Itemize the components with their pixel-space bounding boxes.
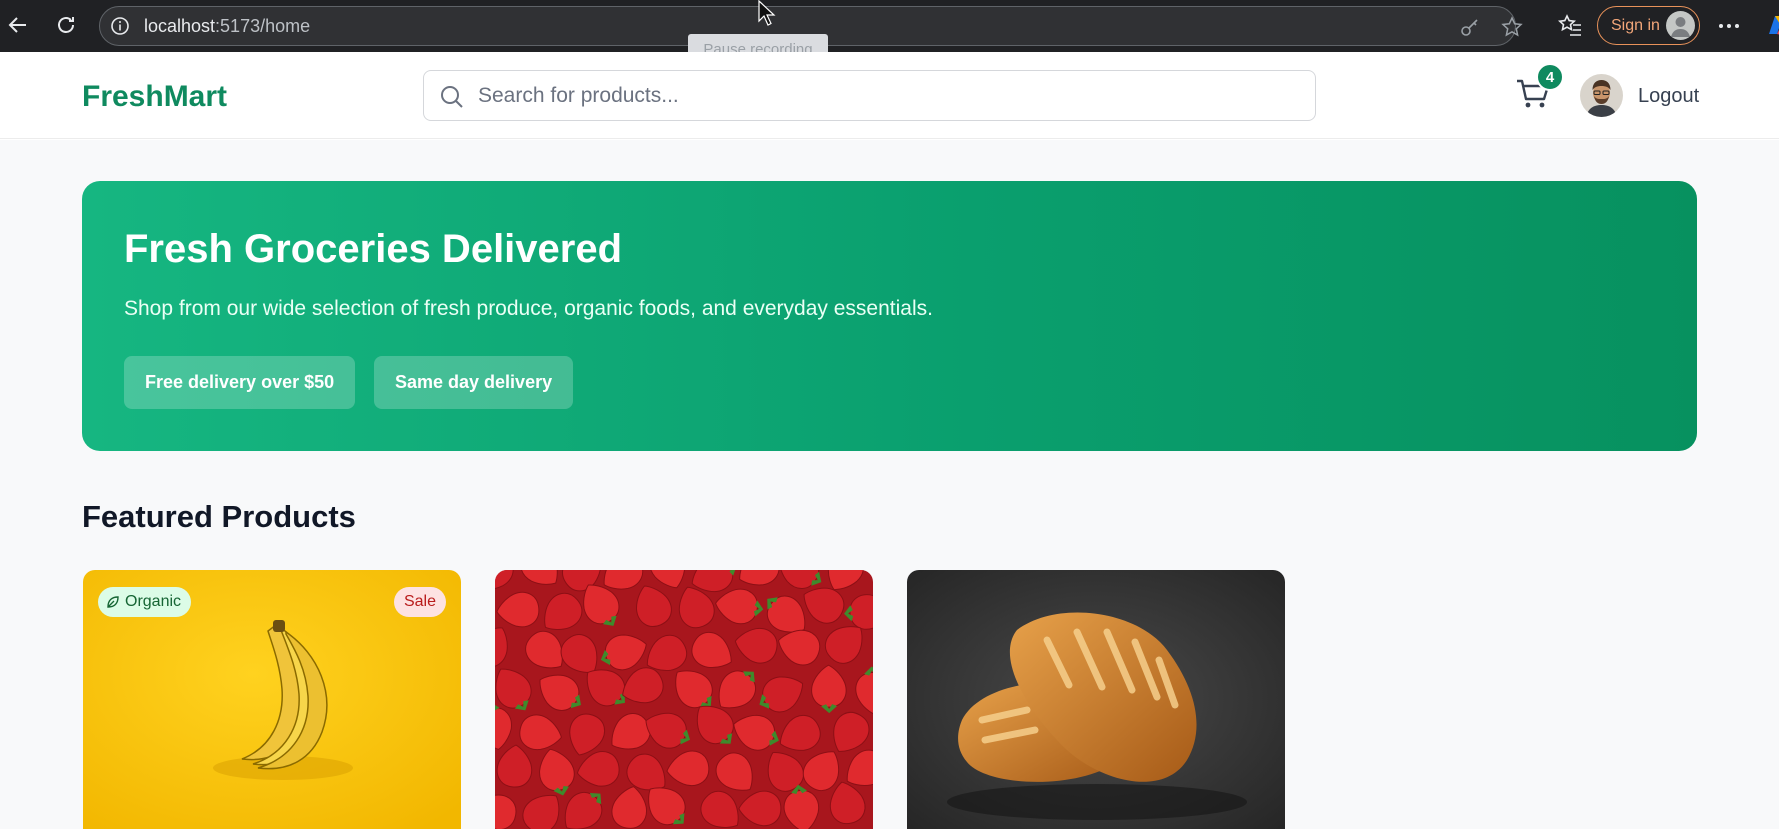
refresh-icon[interactable]	[50, 9, 82, 41]
product-card-strawberries[interactable]	[495, 570, 873, 829]
more-options-icon[interactable]	[1716, 13, 1742, 39]
leaf-icon	[107, 596, 119, 608]
app-header: FreshMart 4 Logout	[0, 52, 1779, 139]
back-icon[interactable]	[2, 9, 34, 41]
hero-title: Fresh Groceries Delivered	[124, 227, 623, 271]
same-day-delivery-pill: Same day delivery	[374, 356, 574, 409]
free-delivery-pill: Free delivery over $50	[124, 356, 356, 409]
search-input[interactable]	[478, 72, 1298, 119]
bread-image	[907, 570, 1285, 829]
brand-logo[interactable]: FreshMart	[82, 80, 227, 114]
star-icon[interactable]	[1501, 16, 1523, 38]
organic-badge-label: Organic	[125, 593, 182, 610]
product-card-bread[interactable]	[907, 570, 1285, 829]
strawberries-image	[495, 570, 873, 829]
mouse-cursor-icon	[758, 0, 776, 26]
main-content: Fresh Groceries Delivered Shop from our …	[0, 140, 1779, 829]
key-icon[interactable]	[1459, 16, 1481, 38]
organic-badge: Organic	[98, 587, 192, 617]
featured-products-title: Featured Products	[82, 499, 356, 534]
user-avatar[interactable]	[1580, 74, 1623, 117]
cart-count-badge: 4	[1536, 63, 1564, 91]
product-card-bananas[interactable]: Organic Sale	[83, 570, 461, 829]
logout-link[interactable]: Logout	[1638, 85, 1699, 108]
sale-badge: Sale	[393, 587, 446, 617]
search-box[interactable]	[423, 70, 1316, 121]
profile-icon	[1666, 11, 1695, 40]
favorites-icon[interactable]	[1557, 13, 1583, 39]
site-info-icon[interactable]	[110, 16, 130, 36]
sign-in-button[interactable]: Sign in	[1597, 6, 1700, 45]
url-path: :5173/home	[215, 16, 311, 36]
sign-in-label: Sign in	[1611, 16, 1660, 34]
hero-subtitle: Shop from our wide selection of fresh pr…	[124, 297, 933, 320]
search-icon	[441, 86, 463, 108]
hero-banner: Fresh Groceries Delivered Shop from our …	[82, 181, 1697, 451]
copilot-icon[interactable]	[1763, 12, 1779, 40]
url-text[interactable]: localhost:5173/home	[144, 16, 310, 37]
browser-toolbar: localhost:5173/home Sign in	[0, 0, 1779, 52]
url-host: localhost	[144, 16, 216, 36]
